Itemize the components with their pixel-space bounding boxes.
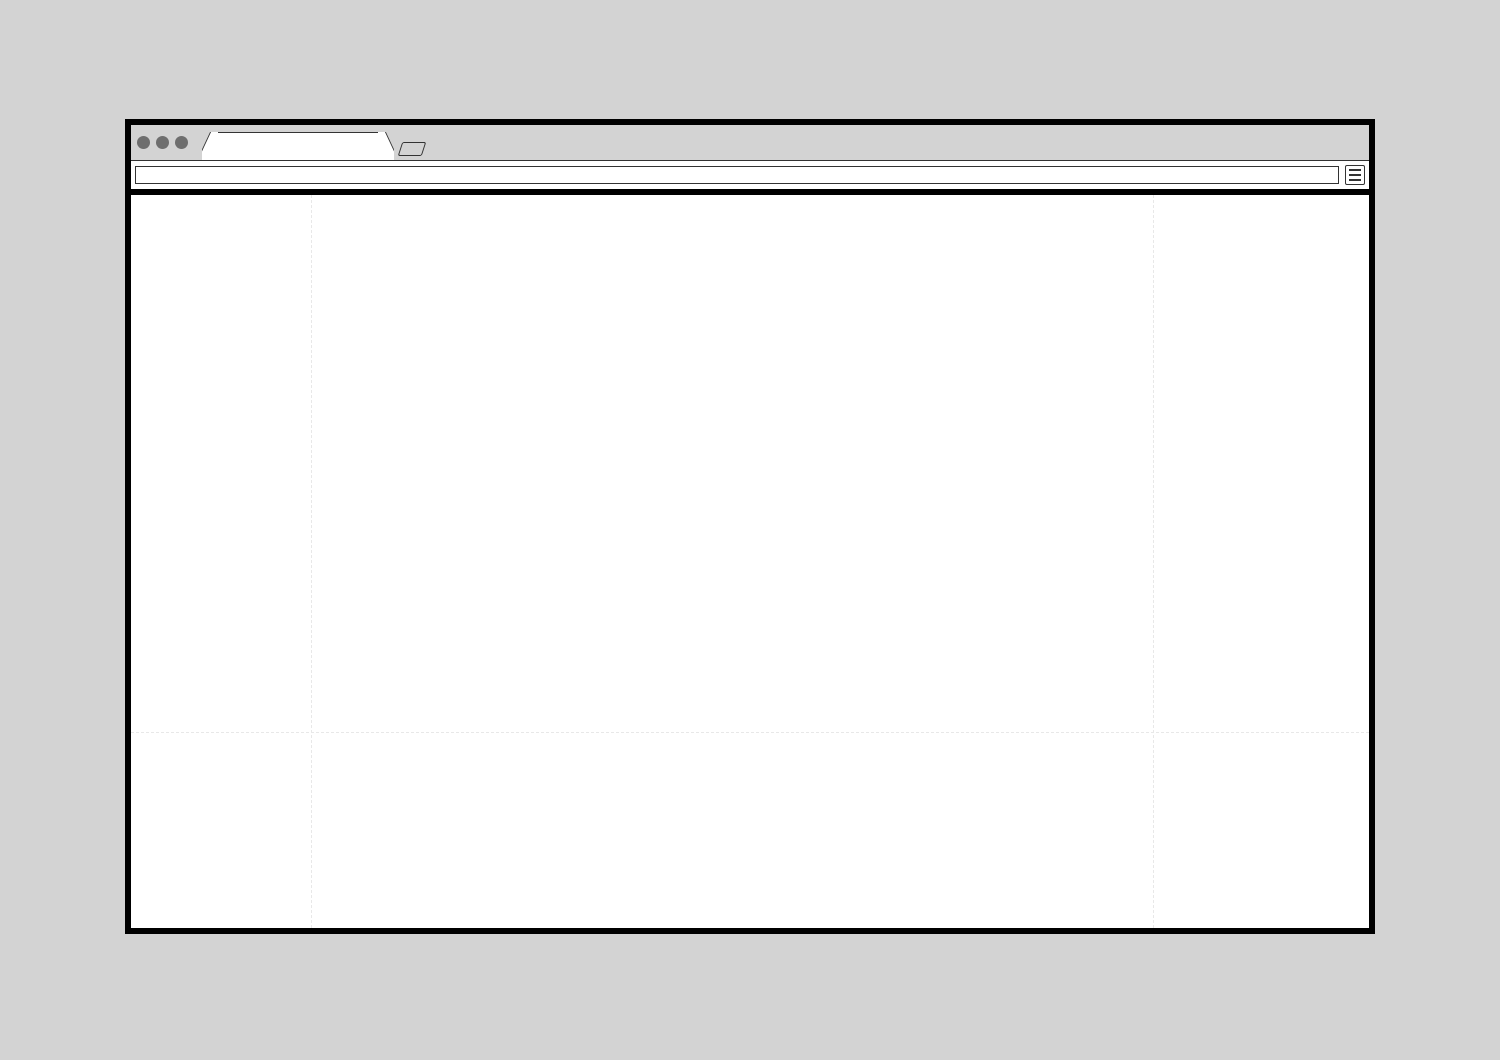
tab-container	[202, 125, 424, 160]
grid-guide-vertical-right	[1153, 195, 1154, 928]
hamburger-menu-button[interactable]	[1345, 165, 1365, 185]
page-viewport	[131, 195, 1369, 928]
new-tab-button[interactable]	[398, 142, 427, 156]
address-input[interactable]	[135, 166, 1339, 184]
active-tab[interactable]	[202, 132, 394, 160]
address-bar-row	[131, 161, 1369, 195]
hamburger-icon	[1349, 174, 1361, 176]
tab-bar	[131, 125, 1369, 161]
close-window-button[interactable]	[137, 136, 150, 149]
maximize-window-button[interactable]	[175, 136, 188, 149]
hamburger-icon	[1349, 169, 1361, 171]
browser-window	[125, 119, 1375, 934]
hamburger-icon	[1349, 179, 1361, 181]
grid-guide-vertical-left	[311, 195, 312, 928]
grid-guide-horizontal	[131, 732, 1369, 733]
window-controls	[137, 136, 188, 149]
tab-label	[218, 132, 378, 160]
minimize-window-button[interactable]	[156, 136, 169, 149]
